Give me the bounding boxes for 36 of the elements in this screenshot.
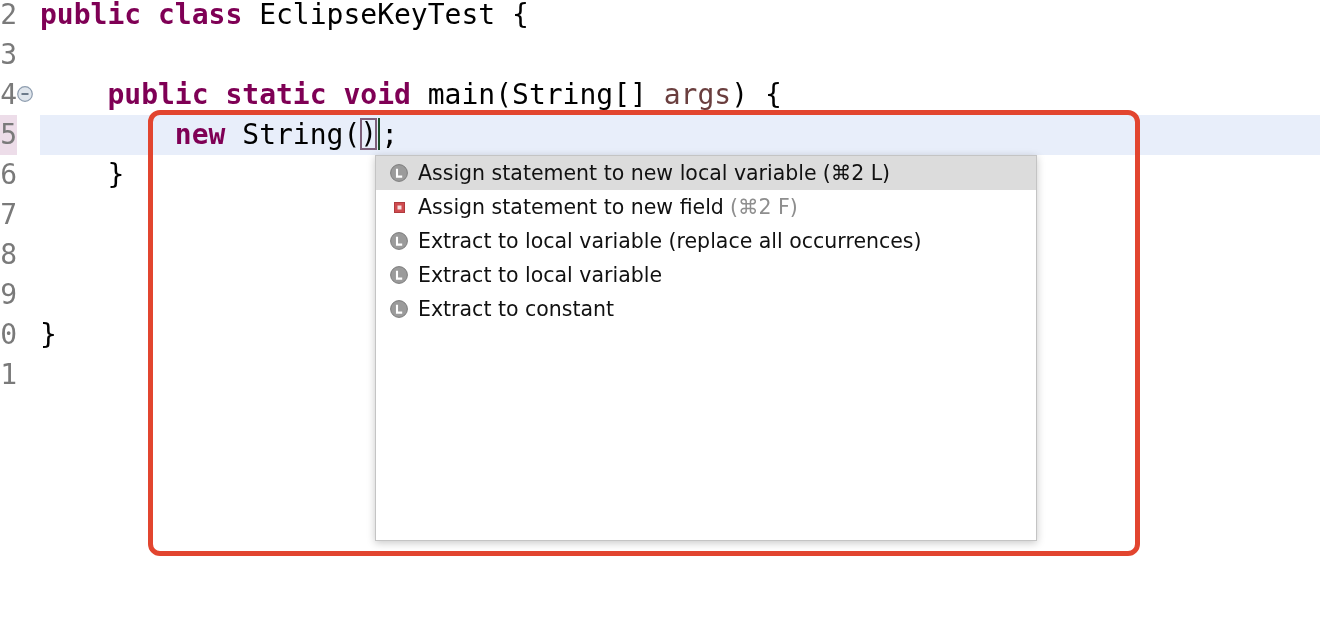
proposal-item[interactable]: Assign statement to new field (⌘2 F): [376, 190, 1036, 224]
code-text: }: [107, 158, 125, 191]
letter-l-circle-icon: [390, 164, 408, 182]
square-icon: [393, 201, 405, 213]
keyboard-shortcut: (⌘2 F): [729, 195, 798, 219]
code-parameter: args: [663, 78, 732, 111]
letter-l-circle-icon: [390, 232, 408, 250]
line-number: 1: [0, 357, 17, 393]
code-keyword: new: [174, 118, 226, 151]
text-caret: [378, 118, 381, 150]
keyboard-shortcut: (⌘2 L): [822, 161, 891, 185]
line-number: 0: [0, 317, 17, 353]
proposal-item[interactable]: Extract to local variable: [376, 258, 1036, 292]
collapse-icon[interactable]: [17, 86, 33, 102]
letter-l-circle-icon: [390, 266, 408, 284]
letter-l-circle-icon: [390, 300, 408, 318]
proposal-item[interactable]: Assign statement to new local variable (⌘2 L): [376, 156, 1036, 190]
line-number: 6: [0, 157, 17, 193]
code-text: main(String[]: [427, 78, 647, 111]
code-keyword: public static void: [107, 78, 411, 111]
line-number: 9: [0, 277, 17, 313]
line-number: 3: [0, 37, 17, 73]
code-text: String(: [242, 118, 361, 151]
code-keyword: public class: [40, 0, 243, 31]
proposal-item[interactable]: Extract to local variable (replace all occurrences): [376, 224, 1036, 258]
line-number: 8: [0, 237, 17, 273]
matched-bracket: ): [360, 118, 378, 150]
proposal-item[interactable]: Extract to constant: [376, 292, 1036, 326]
line-number: 7: [0, 197, 17, 233]
line-number: 5: [0, 115, 17, 155]
code-text: ) {: [731, 78, 782, 111]
line-number: 2: [0, 0, 17, 33]
code-text: EclipseKeyTest {: [259, 0, 529, 31]
code-text: ;: [381, 118, 399, 151]
line-number: 4: [0, 77, 17, 113]
code-text: }: [40, 318, 57, 351]
